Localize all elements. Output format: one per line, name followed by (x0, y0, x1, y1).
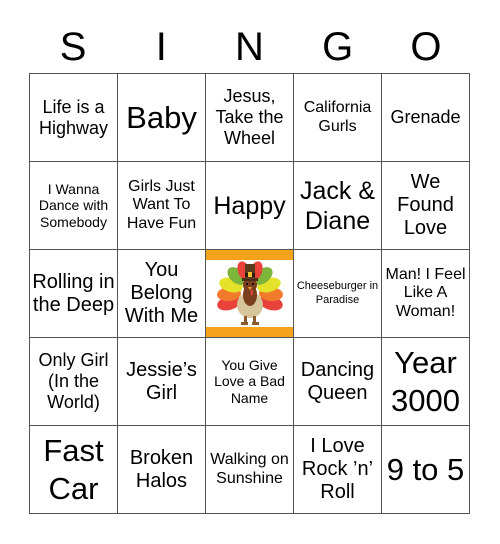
bingo-cell-label: Only Girl (In the World) (38, 350, 109, 412)
header-letter-s: S (59, 25, 87, 69)
bingo-cell-label: You Give Love a Bad Name (214, 357, 285, 406)
bingo-cell-label: I Wanna Dance with Somebody (38, 181, 109, 230)
bingo-cell[interactable]: Girls Just Want To Have Fun (118, 162, 206, 250)
bingo-cell[interactable]: I Love Rock ’n’ Roll (294, 426, 382, 514)
header-letter-n: N (235, 25, 264, 69)
bingo-cell[interactable]: Broken Halos (118, 426, 206, 514)
bingo-cell[interactable]: You Belong With Me (118, 250, 206, 338)
bingo-cell[interactable]: Baby (118, 74, 206, 162)
free-space-band-bottom (206, 327, 293, 337)
bingo-cell[interactable]: Year 3000 (382, 338, 470, 426)
bingo-cell[interactable]: You Give Love a Bad Name (206, 338, 294, 426)
bingo-cell-label: Life is a Highway (38, 96, 109, 138)
header-letter-i: I (155, 25, 167, 69)
bingo-cell-label: Happy (213, 191, 286, 220)
bingo-cell-label: Baby (126, 99, 197, 135)
bingo-cell[interactable]: I Wanna Dance with Somebody (30, 162, 118, 250)
bingo-cell-label: Walking on Sunshine (210, 451, 289, 487)
bingo-cell[interactable]: Cheeseburger in Paradise (294, 250, 382, 338)
bingo-card-grid: Life is a Highway Baby Jesus, Take the Whe… (29, 73, 470, 514)
bingo-header: S I N G O (29, 22, 470, 72)
bingo-cell[interactable]: Jesus, Take the Wheel (206, 74, 294, 162)
bingo-cell-label: I Love Rock ’n’ Roll (301, 435, 374, 503)
bingo-cell[interactable]: California Gurls (294, 74, 382, 162)
bingo-cell[interactable]: Grenade (382, 74, 470, 162)
bingo-cell-label: California Gurls (303, 99, 372, 135)
header-letter-o: O (410, 25, 442, 69)
bingo-cell-label: 9 to 5 (386, 451, 465, 487)
bingo-cell[interactable]: Walking on Sunshine (206, 426, 294, 514)
bingo-cell-label: Man! I Feel Like A Woman! (385, 265, 466, 320)
bingo-cell-label: You Belong With Me (124, 259, 199, 327)
turkey-icon (216, 260, 283, 325)
bingo-cell-label: Dancing Queen (300, 358, 375, 404)
bingo-cell-label: Broken Halos (129, 446, 194, 492)
bingo-cell-label: Fast Car (43, 433, 104, 506)
bingo-cell[interactable]: Man! I Feel Like A Woman! (382, 250, 470, 338)
bingo-cell[interactable]: 9 to 5 (382, 426, 470, 514)
bingo-cell-label: Jack & Diane (299, 176, 376, 235)
bingo-cell[interactable]: Rolling in the Deep (30, 250, 118, 338)
bingo-cell-label: Grenade (390, 107, 461, 128)
bingo-cell[interactable]: Dancing Queen (294, 338, 382, 426)
header-letter-g: G (322, 25, 354, 69)
bingo-cell-label: We Found Love (397, 171, 454, 239)
bingo-cell[interactable]: Jessie’s Girl (118, 338, 206, 426)
bingo-cell-label: Jesus, Take the Wheel (215, 86, 284, 148)
bingo-cell[interactable]: We Found Love (382, 162, 470, 250)
bingo-cell[interactable]: Life is a Highway (30, 74, 118, 162)
bingo-cell-label: Jessie’s Girl (126, 358, 197, 404)
free-space-band-top (206, 250, 293, 260)
bingo-cell[interactable]: Happy (206, 162, 294, 250)
bingo-cell-label: Girls Just Want To Have Fun (126, 177, 197, 232)
bingo-cell-label: Rolling in the Deep (32, 270, 115, 316)
free-space-cell[interactable] (206, 250, 294, 338)
bingo-cell-label: Cheeseburger in Paradise (296, 280, 379, 306)
bingo-cell[interactable]: Only Girl (In the World) (30, 338, 118, 426)
bingo-cell[interactable]: Jack & Diane (294, 162, 382, 250)
bingo-cell[interactable]: Fast Car (30, 426, 118, 514)
bingo-cell-label: Year 3000 (391, 345, 460, 418)
